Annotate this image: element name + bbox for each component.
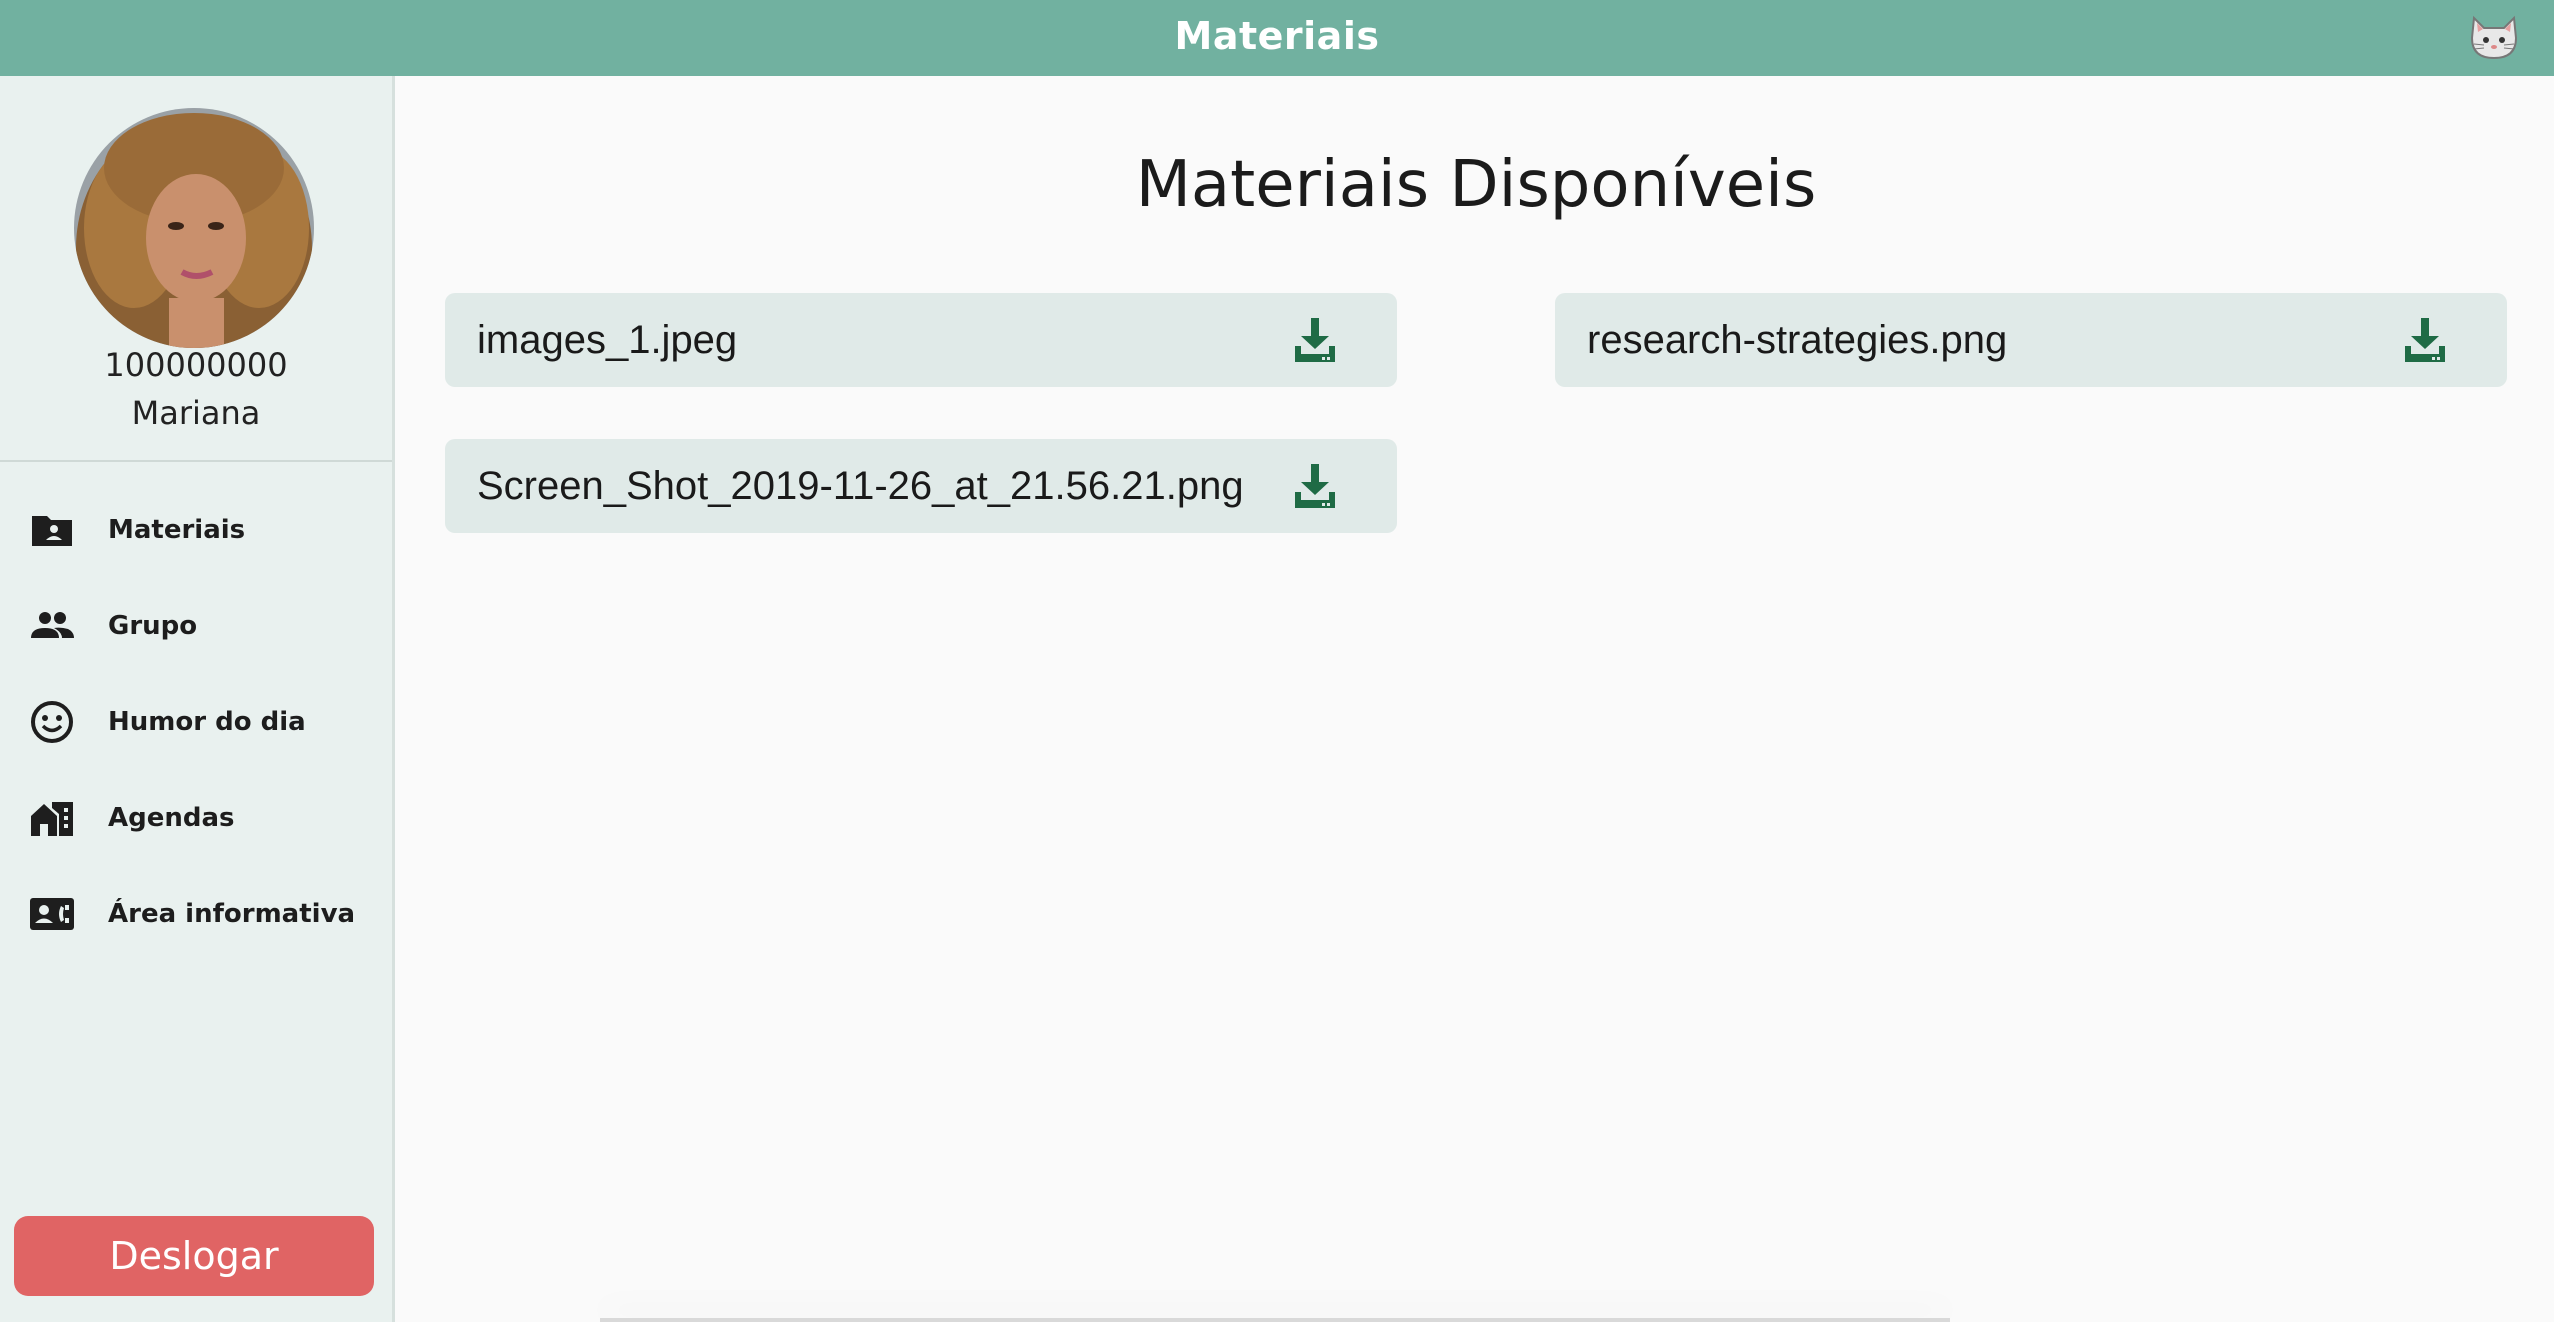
sidebar-divider — [0, 460, 392, 462]
download-icon[interactable] — [2401, 316, 2449, 364]
avatar — [74, 108, 314, 348]
sidebar-item-agendas[interactable]: Agendas — [0, 770, 392, 866]
sidebar-item-humor-do-dia[interactable]: Humor do dia — [0, 674, 392, 770]
sidebar-item-label: Área informativa — [108, 899, 356, 929]
top-bar: Materiais — [0, 0, 2554, 76]
bottom-edge — [600, 1318, 1950, 1322]
logout-button[interactable]: Deslogar — [14, 1216, 374, 1296]
cat-face-icon[interactable] — [2466, 12, 2522, 62]
sidebar-nav: Materiais Grupo Humor do dia Agendas Áre… — [0, 482, 392, 962]
download-icon[interactable] — [1291, 316, 1339, 364]
page-title: Materiais Disponíveis — [1135, 148, 1817, 222]
file-card: images_1.jpeg — [445, 293, 1397, 387]
download-icon[interactable] — [1291, 462, 1339, 510]
sidebar-item-materiais[interactable]: Materiais — [0, 482, 392, 578]
file-name: Screen_Shot_2019-11-26_at_21.56.21.png — [477, 463, 1244, 508]
file-card: research-strategies.png — [1555, 293, 2507, 387]
sidebar: 100000000 Mariana Materiais Grupo Humor … — [0, 76, 395, 1322]
smiley-icon — [31, 701, 73, 743]
user-id: 100000000 — [104, 346, 288, 384]
user-name: Mariana — [131, 394, 261, 432]
sidebar-item-label: Humor do dia — [108, 707, 306, 737]
sidebar-item-area-informativa[interactable]: Área informativa — [0, 866, 392, 962]
file-name: research-strategies.png — [1587, 317, 2008, 362]
sidebar-item-label: Materiais — [108, 515, 246, 545]
buildings-icon — [31, 802, 73, 836]
file-name: images_1.jpeg — [477, 317, 738, 362]
people-icon — [31, 612, 74, 638]
sidebar-item-label: Grupo — [108, 611, 198, 641]
folder-person-icon — [32, 516, 72, 546]
file-card: Screen_Shot_2019-11-26_at_21.56.21.png — [445, 439, 1397, 533]
page-header-title: Materiais — [1174, 14, 1380, 58]
sidebar-item-grupo[interactable]: Grupo — [0, 578, 392, 674]
contact-card-icon — [30, 898, 74, 930]
sidebar-item-label: Agendas — [108, 803, 235, 833]
